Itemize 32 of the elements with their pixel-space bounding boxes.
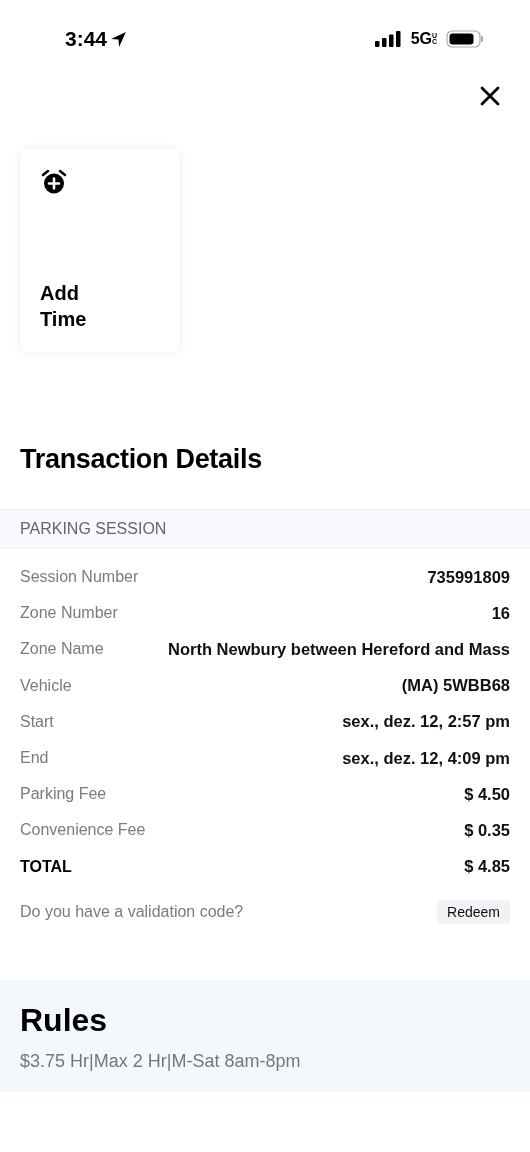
detail-label: End: [20, 749, 49, 768]
detail-label: Vehicle: [20, 676, 72, 695]
location-arrow-icon: [110, 30, 128, 48]
section-title: Transaction Details: [20, 444, 263, 475]
validation-prompt: Do you have a validation code?: [20, 902, 244, 921]
rules-text: $3.75 Hr|Max 2 Hr|M-Sat 8am-8pm: [20, 1050, 302, 1072]
redeem-button[interactable]: Redeem: [437, 899, 510, 924]
detail-value: $ 4.85: [464, 857, 510, 877]
rules-title: Rules: [20, 1001, 109, 1039]
detail-value: $ 0.35: [464, 820, 510, 840]
detail-label: Zone Name: [20, 640, 104, 659]
detail-label: TOTAL: [20, 857, 72, 876]
detail-value: North Newbury between Hereford and Mass: [168, 639, 510, 659]
detail-value: 16: [491, 603, 510, 623]
detail-value: sex., dez. 12, 4:09 pm: [342, 748, 510, 768]
network-label: 5G: [410, 30, 432, 48]
detail-label: Zone Number: [20, 604, 118, 623]
detail-value: $ 4.50: [464, 784, 510, 804]
detail-label: Parking Fee: [20, 785, 107, 804]
close-button[interactable]: [478, 84, 502, 108]
detail-label: Convenience Fee: [20, 821, 146, 840]
detail-label: Start: [20, 712, 54, 731]
add-time-card[interactable]: Add Time: [20, 149, 180, 352]
detail-value: 735991809: [427, 567, 510, 587]
detail-value: (MA) 5WBB68: [401, 676, 510, 696]
alarm-clock-plus-icon: [40, 169, 68, 195]
detail-label: Session Number: [20, 568, 139, 587]
section-header: PARKING SESSION: [0, 509, 530, 549]
signal-icon: [374, 31, 402, 47]
battery-icon: [446, 30, 484, 48]
detail-value: sex., dez. 12, 2:57 pm: [342, 712, 510, 732]
status-time: 3:44: [65, 27, 108, 51]
